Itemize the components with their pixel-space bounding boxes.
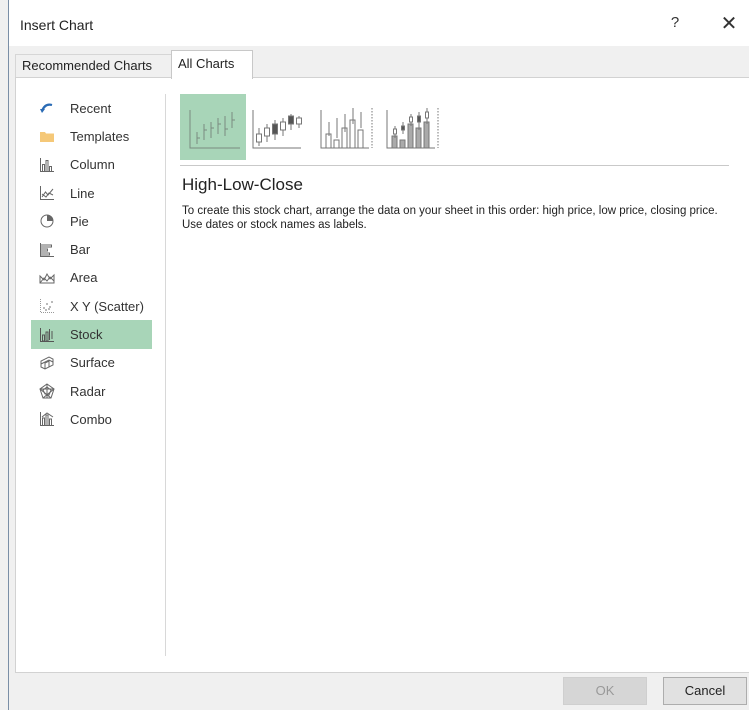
scatter-chart-icon [39, 298, 55, 314]
chart-type-label: Area [70, 270, 98, 286]
area-chart-icon [39, 270, 55, 286]
dialog-title: Insert Chart [20, 17, 94, 33]
chart-type-label: Surface [70, 355, 115, 371]
chart-type-recent[interactable]: Recent [31, 94, 152, 122]
chart-type-label: Combo [70, 411, 112, 427]
subtype-volume-open-high-low-close[interactable] [383, 94, 449, 160]
chart-type-scatter[interactable]: X Y (Scatter) [31, 292, 152, 320]
chart-type-line[interactable]: Line [31, 179, 152, 207]
recent-icon [39, 100, 55, 116]
stock-chart-icon [39, 327, 55, 343]
subtype-description: To create this stock chart, arrange the … [182, 205, 718, 231]
radar-chart-icon [39, 383, 55, 399]
help-button[interactable]: ? [665, 14, 685, 31]
chart-type-area[interactable]: Area [31, 264, 152, 292]
open-high-low-close-icon [252, 110, 302, 149]
chart-type-combo[interactable]: Combo [31, 405, 152, 433]
volume-high-low-close-icon [320, 108, 373, 149]
subtype-title: High-Low-Close [182, 175, 303, 194]
subtype-high-low-close[interactable] [180, 94, 246, 160]
gallery-divider [180, 165, 729, 166]
surface-chart-icon [39, 355, 55, 371]
chart-type-label: Stock [70, 327, 103, 343]
cancel-button[interactable]: Cancel [663, 677, 747, 705]
combo-chart-icon [39, 411, 55, 427]
ok-button[interactable]: OK [563, 677, 647, 705]
chart-type-label: Templates [70, 128, 130, 144]
insert-chart-dialog: Insert Chart ? ✕ Recommended Charts All … [8, 0, 749, 710]
pie-chart-icon [39, 213, 55, 229]
chart-type-label: Line [70, 185, 95, 201]
chart-type-pie[interactable]: Pie [31, 207, 152, 235]
subtype-open-high-low-close[interactable] [251, 94, 317, 160]
tab-all-charts[interactable]: All Charts [171, 50, 253, 79]
tab-recommended-charts[interactable]: Recommended Charts [15, 54, 173, 77]
list-divider [165, 94, 166, 656]
all-charts-panel: Recent Templates Column Line Pie Bar Are… [15, 77, 749, 673]
folder-icon [39, 128, 55, 144]
chart-type-bar[interactable]: Bar [31, 235, 152, 263]
chart-type-label: Column [70, 157, 115, 173]
subtype-volume-high-low-close[interactable] [317, 94, 383, 160]
close-button[interactable]: ✕ [714, 10, 744, 38]
line-chart-icon [39, 185, 55, 201]
chart-type-templates[interactable]: Templates [31, 122, 152, 150]
column-chart-icon [39, 157, 55, 173]
bar-chart-icon [39, 242, 55, 258]
chart-type-surface[interactable]: Surface [31, 349, 152, 377]
chart-type-radar[interactable]: Radar [31, 377, 152, 405]
volume-open-high-low-close-icon [386, 108, 439, 149]
high-low-close-icon [189, 110, 240, 149]
title-bar: Insert Chart ? ✕ [9, 0, 749, 46]
chart-type-label: Radar [70, 383, 106, 399]
chart-type-list: Recent Templates Column Line Pie Bar Are… [31, 94, 161, 434]
chart-type-label: X Y (Scatter) [70, 298, 144, 314]
chart-type-stock[interactable]: Stock [31, 320, 152, 349]
chart-type-label: Bar [70, 242, 91, 258]
chart-type-column[interactable]: Column [31, 151, 152, 179]
chart-type-label: Recent [70, 100, 112, 116]
chart-type-label: Pie [70, 213, 89, 229]
